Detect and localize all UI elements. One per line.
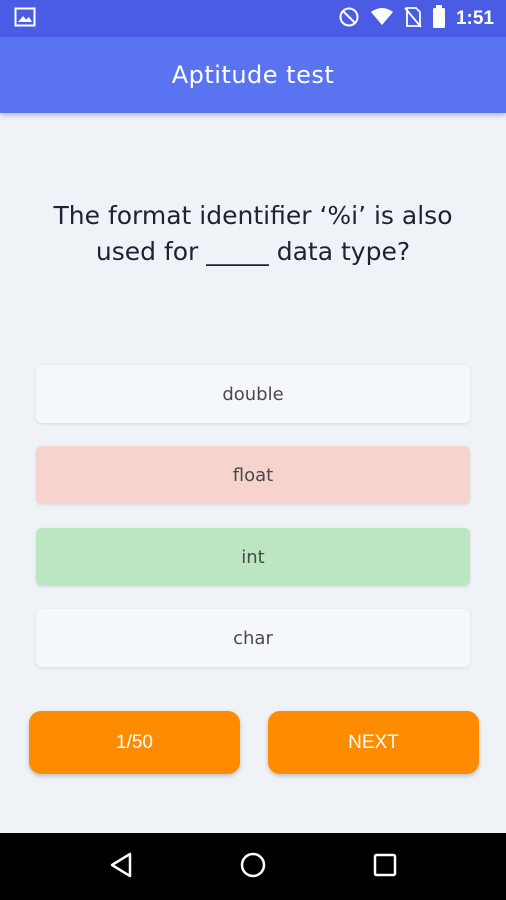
home-button[interactable] (223, 837, 283, 897)
app-title: Aptitude test (171, 61, 335, 89)
battery-icon (432, 4, 446, 33)
image-icon (14, 7, 36, 31)
status-bar: 1:51 (0, 0, 506, 37)
wifi-icon (370, 7, 394, 31)
option-float[interactable]: float (36, 446, 470, 504)
status-time: 1:51 (455, 7, 494, 29)
option-int[interactable]: int (36, 528, 470, 586)
option-char[interactable]: char (36, 609, 470, 667)
back-button[interactable] (91, 837, 151, 897)
question-text: The format identifier ‘%i’ is also used … (53, 201, 453, 266)
next-button[interactable]: NEXT (268, 711, 479, 774)
app-bar: Aptitude test (0, 37, 506, 113)
question-counter-button[interactable]: 1/50 (29, 711, 240, 774)
system-nav-bar (0, 833, 506, 900)
option-double[interactable]: double (36, 365, 470, 423)
back-icon (108, 851, 134, 883)
home-icon (239, 851, 267, 883)
recents-button[interactable] (355, 837, 415, 897)
no-sim-icon (404, 6, 422, 32)
recents-icon (372, 852, 398, 882)
do-not-disturb-icon (338, 6, 360, 32)
